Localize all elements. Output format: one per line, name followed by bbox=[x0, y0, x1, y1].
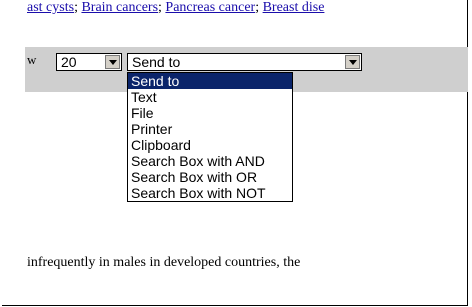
abstract-text: infrequently in males in developed count… bbox=[27, 255, 301, 270]
results-per-page-select[interactable]: 20 bbox=[56, 53, 122, 71]
link-separator: ; bbox=[255, 0, 263, 15]
dropdown-option-text[interactable]: Text bbox=[128, 89, 292, 105]
related-links: ast cysts; Brain cancers; Pancreas cance… bbox=[27, 0, 324, 16]
dropdown-option-file[interactable]: File bbox=[128, 105, 292, 121]
chevron-down-icon[interactable] bbox=[345, 55, 360, 69]
link-brain-cancers[interactable]: Brain cancers bbox=[81, 0, 158, 15]
chevron-down-icon[interactable] bbox=[105, 55, 120, 69]
link-cysts[interactable]: ast cysts bbox=[27, 0, 74, 15]
dropdown-option-search-and[interactable]: Search Box with AND bbox=[128, 153, 292, 169]
dropdown-option-send-to[interactable]: Send to bbox=[128, 73, 292, 89]
link-pancreas-cancer[interactable]: Pancreas cancer bbox=[165, 0, 255, 15]
link-breast-disease[interactable]: Breast dise bbox=[263, 0, 325, 15]
send-to-value: Send to bbox=[132, 54, 181, 70]
show-label: w bbox=[27, 52, 37, 67]
dropdown-option-printer[interactable]: Printer bbox=[128, 121, 292, 137]
send-to-select[interactable]: Send to bbox=[127, 53, 362, 71]
send-to-dropdown-list[interactable]: Send to Text File Printer Clipboard Sear… bbox=[127, 72, 293, 202]
dropdown-option-clipboard[interactable]: Clipboard bbox=[128, 137, 292, 153]
dropdown-option-search-or[interactable]: Search Box with OR bbox=[128, 169, 292, 185]
dropdown-option-search-not[interactable]: Search Box with NOT bbox=[128, 185, 292, 201]
page-frame: ast cysts; Brain cancers; Pancreas cance… bbox=[2, 0, 468, 306]
results-per-page-value: 20 bbox=[61, 54, 77, 70]
